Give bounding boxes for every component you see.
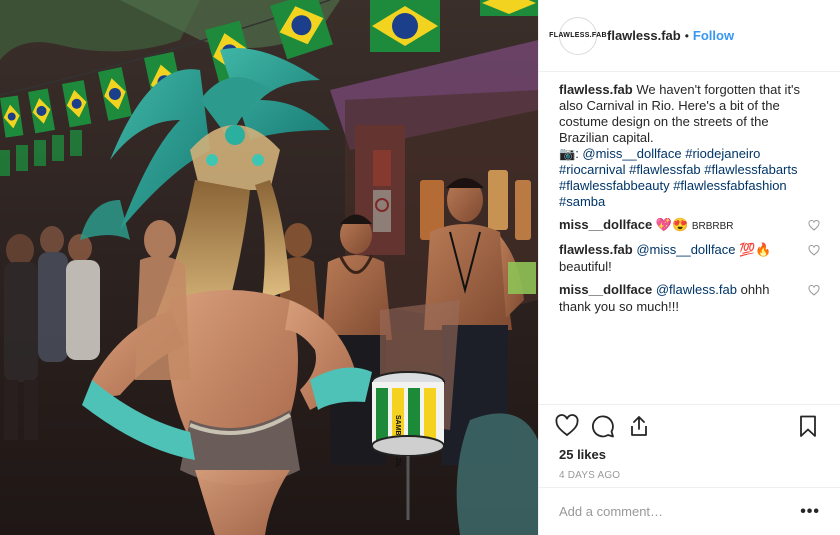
comment-item: miss__dollface 💖😍 BRBRBR — [559, 216, 820, 235]
header-username[interactable]: flawless.fab — [607, 28, 681, 43]
comment-mention[interactable]: @miss__dollface — [636, 242, 735, 257]
post-side-panel: FLAWLESS.FAB flawless.fab • Follow flawl… — [538, 0, 840, 535]
avatar[interactable]: FLAWLESS.FAB — [549, 16, 607, 55]
comment-emojis: 💯🔥 — [739, 242, 772, 257]
comment-bubble-icon[interactable] — [591, 414, 615, 438]
hashtag-riocarnival[interactable]: #riocarnival — [559, 162, 625, 177]
comments-section: flawless.fab We haven't forgotten that i… — [539, 72, 840, 404]
comment-username[interactable]: flawless.fab — [559, 242, 633, 257]
share-icon[interactable] — [627, 414, 651, 438]
like-heart-icon[interactable] — [555, 414, 579, 438]
like-comment-heart-icon[interactable] — [808, 245, 820, 256]
header-separator: • — [684, 28, 689, 43]
hashtag-flawlessfabbeauty[interactable]: #flawlessfabbeauty — [559, 178, 670, 193]
comment-emojis: 💖😍 — [655, 217, 689, 232]
action-icons — [555, 405, 824, 447]
likes-count[interactable]: 25 likes — [555, 447, 824, 462]
carnival-photo-illustration: SAMBA BRAZIL — [0, 0, 538, 535]
comment-text: BRBRBR — [691, 221, 734, 232]
comment-mention[interactable]: @flawless.fab — [656, 282, 737, 297]
hashtag-flawlessfabfashion[interactable]: #flawlessfabfashion — [673, 178, 786, 193]
instagram-post: SAMBA BRAZIL — [0, 0, 840, 535]
hashtag-flawlessfab[interactable]: #flawlessfab — [629, 162, 701, 177]
post-header: FLAWLESS.FAB flawless.fab • Follow — [539, 0, 840, 72]
camera-emoji-icon: 📷 — [559, 146, 576, 161]
comment-input[interactable] — [559, 504, 801, 519]
comment-text: beautiful! — [559, 259, 612, 274]
post-timestamp[interactable]: 4 DAYS AGO — [555, 470, 824, 481]
add-comment-bar: ••• — [539, 487, 840, 535]
more-options-icon[interactable]: ••• — [800, 503, 820, 521]
hashtag-riodejaneiro[interactable]: #riodejaneiro — [685, 146, 760, 161]
post-actions: 25 likes 4 DAYS AGO — [539, 404, 840, 481]
follow-button[interactable]: Follow — [693, 28, 734, 43]
caption-credit[interactable]: : @miss__dollface — [575, 146, 681, 161]
post-caption: flawless.fab We haven't forgotten that i… — [559, 82, 820, 210]
comment-item: flawless.fab @miss__dollface 💯🔥 beautifu… — [559, 241, 820, 275]
post-photo[interactable]: SAMBA BRAZIL — [0, 0, 538, 535]
bookmark-icon[interactable] — [796, 414, 820, 438]
like-comment-heart-icon[interactable] — [808, 285, 820, 296]
comment-username[interactable]: miss__dollface — [559, 282, 652, 297]
like-comment-heart-icon[interactable] — [808, 220, 820, 231]
comment-item: miss__dollface @flawless.fab ohhh thank … — [559, 281, 820, 315]
hashtag-flawlessfabarts[interactable]: #flawlessfabarts — [704, 162, 797, 177]
caption-username[interactable]: flawless.fab — [559, 82, 633, 97]
comment-username[interactable]: miss__dollface — [559, 217, 652, 232]
hashtag-samba[interactable]: #samba — [559, 194, 605, 209]
